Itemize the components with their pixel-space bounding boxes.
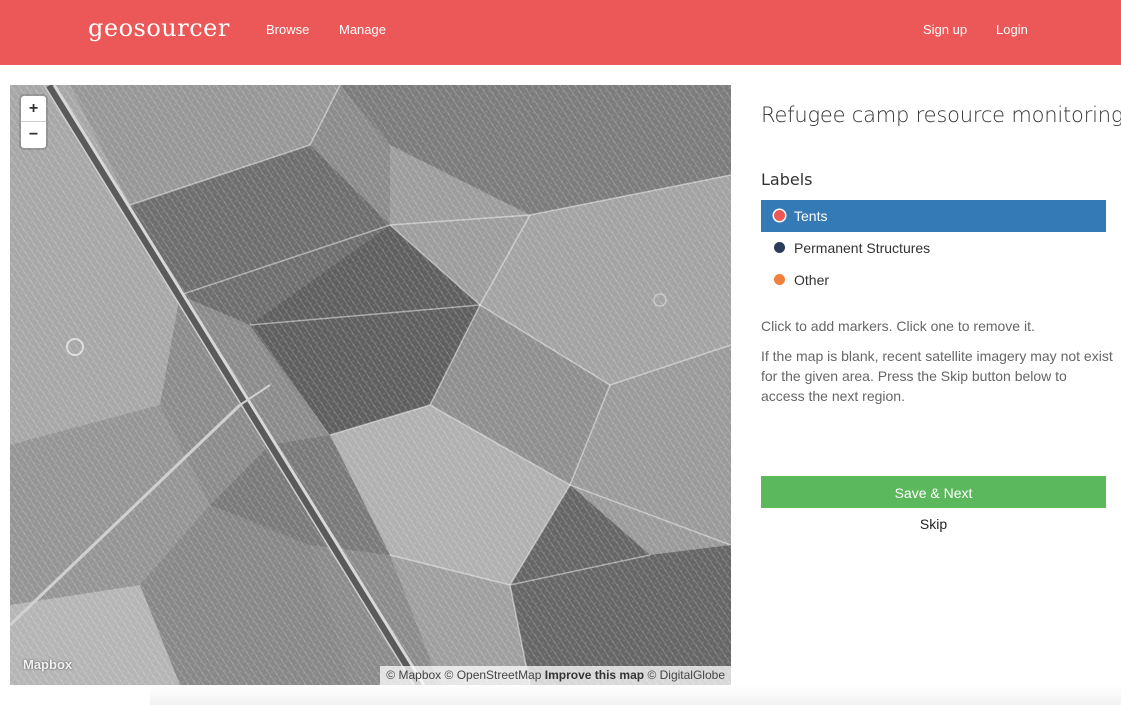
improve-map-link[interactable]: Improve this map xyxy=(545,668,644,682)
satellite-imagery xyxy=(10,85,731,685)
zoom-control: + − xyxy=(21,96,46,148)
brand-logo[interactable]: geosourcer xyxy=(88,14,230,42)
page-title: Refugee camp resource monitoring xyxy=(761,103,1121,127)
other-marker-dot-icon xyxy=(774,274,785,285)
page-bottom-edge xyxy=(150,685,1121,705)
label-item-name: Other xyxy=(794,272,830,288)
nav-browse-link[interactable]: Browse xyxy=(266,22,309,37)
nav-signup-link[interactable]: Sign up xyxy=(923,22,967,37)
map-attribution: © Mapbox © OpenStreetMap Improve this ma… xyxy=(380,666,731,685)
help-text-blank-map: If the map is blank, recent satellite im… xyxy=(761,348,1113,404)
nav-login-link[interactable]: Login xyxy=(996,22,1028,37)
navbar: geosourcer Browse Manage Sign up Login xyxy=(0,0,1121,65)
skip-link[interactable]: Skip xyxy=(761,514,1106,534)
label-item-name: Tents xyxy=(794,208,828,224)
permanent-structures-marker-dot-icon xyxy=(774,242,785,253)
zoom-in-button[interactable]: + xyxy=(21,96,46,122)
attribution-osm[interactable]: © OpenStreetMap xyxy=(445,668,542,682)
tents-marker-dot-icon xyxy=(774,210,785,221)
label-item-permanent-structures[interactable]: Permanent Structures xyxy=(761,232,1106,264)
attribution-digitalglobe[interactable]: © DigitalGlobe xyxy=(647,668,725,682)
help-text-markers: Click to add markers. Click one to remov… xyxy=(761,318,1035,334)
label-item-other[interactable]: Other xyxy=(761,264,1106,296)
labels-heading: Labels xyxy=(761,170,813,189)
label-list: Tents Permanent Structures Other xyxy=(761,200,1106,296)
label-item-name: Permanent Structures xyxy=(794,240,931,256)
satellite-map[interactable]: + − Mapbox © Mapbox © OpenStreetMap Impr… xyxy=(10,85,731,685)
zoom-out-button[interactable]: − xyxy=(21,122,46,148)
save-next-button[interactable]: Save & Next xyxy=(761,476,1106,508)
mapbox-logo[interactable]: Mapbox xyxy=(23,657,72,672)
label-item-tents[interactable]: Tents xyxy=(761,200,1106,232)
attribution-mapbox[interactable]: © Mapbox xyxy=(386,668,441,682)
nav-manage-link[interactable]: Manage xyxy=(339,22,386,37)
